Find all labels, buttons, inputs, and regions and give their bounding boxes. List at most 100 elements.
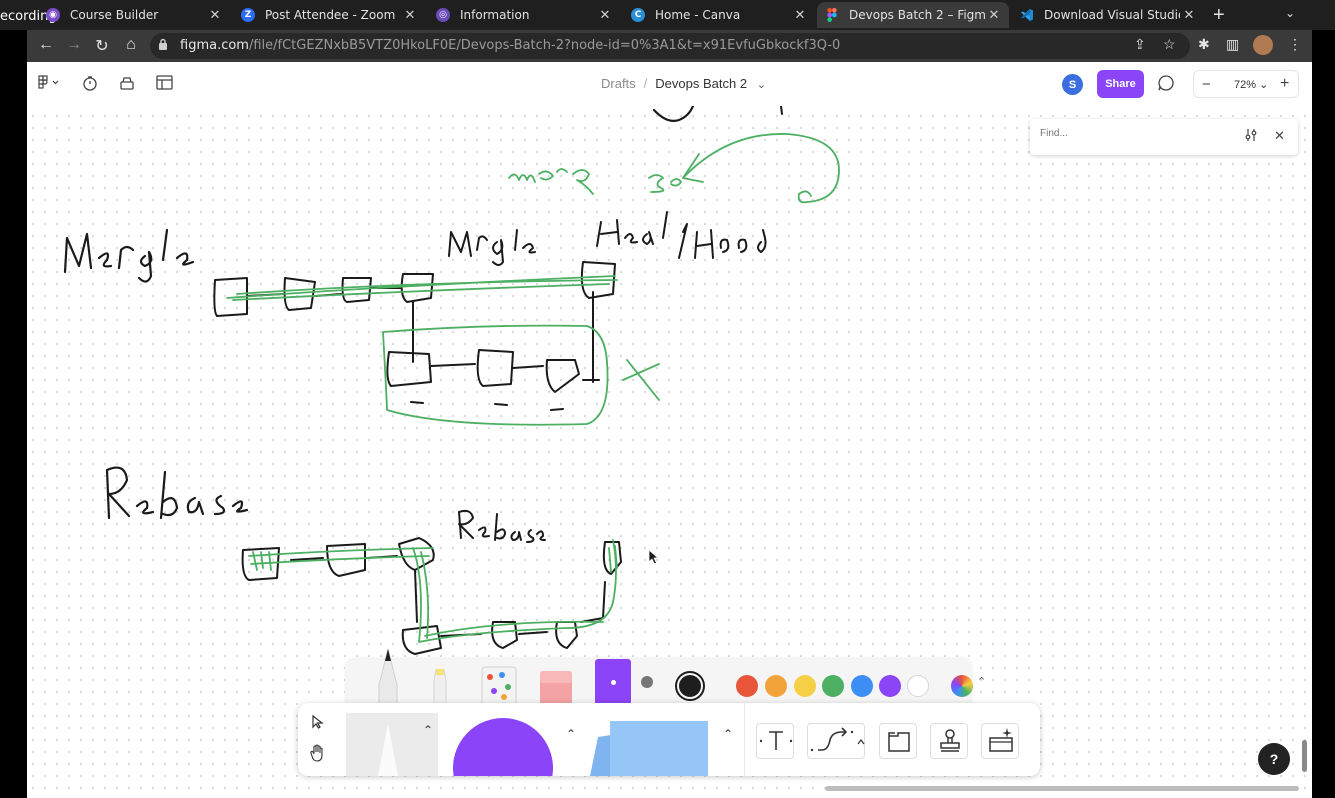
sticky-note-tool[interactable]	[590, 717, 708, 781]
shape-circle-tool[interactable]	[452, 717, 554, 798]
zoom-level[interactable]: 72% ⌄	[1234, 78, 1268, 91]
vscode-icon	[1020, 8, 1034, 22]
tab-label: Post Attendee - Zoom	[265, 8, 396, 22]
tab-label: Download Visual Studio Co	[1044, 8, 1180, 22]
share-button[interactable]: Share	[1097, 70, 1144, 98]
merge-left-handwriting	[63, 228, 195, 283]
ink-stroke	[652, 104, 695, 122]
bottom-toolbar: ⌃ ⌃ ⌃	[298, 703, 1040, 798]
rebase-right-handwriting	[458, 509, 546, 543]
stroke-size-small[interactable]	[595, 659, 631, 705]
tab-canva[interactable]: C Home - Canva ✕	[623, 2, 815, 28]
zoom-in-icon[interactable]: +	[1280, 75, 1289, 93]
browser-tab-strip: ecording ◉ Course Builder ✕ Z Post Atten…	[0, 0, 1335, 30]
side-panel-icon[interactable]: ▥	[1226, 36, 1239, 53]
back-arrow-icon[interactable]: ←	[36, 36, 56, 54]
tab-figma[interactable]: Devops Batch 2 – Figma ✕	[817, 2, 1009, 28]
extensions-puzzle-icon[interactable]: ✱	[1198, 36, 1210, 53]
custom-color-wheel-icon[interactable]	[951, 675, 973, 697]
close-icon[interactable]: ✕	[1180, 8, 1198, 23]
color-swatch-blue[interactable]	[851, 675, 873, 697]
bookmark-star-icon[interactable]: ☆	[1163, 36, 1176, 53]
section-tool-icon[interactable]	[879, 723, 917, 759]
color-tool-bar: ⌃	[345, 648, 986, 706]
chevron-up-icon[interactable]: ⌃	[723, 727, 733, 741]
find-panel: ✕	[1030, 119, 1298, 155]
zoom-out-icon[interactable]: −	[1202, 76, 1211, 93]
color-swatch-black[interactable]	[675, 671, 705, 701]
new-tab-plus-icon[interactable]: +	[1213, 4, 1225, 27]
color-swatch-orange[interactable]	[765, 675, 787, 697]
browser-menu-icon[interactable]: ⋮	[1288, 36, 1302, 53]
close-icon[interactable]: ✕	[985, 8, 1003, 23]
more-widgets-icon[interactable]	[981, 723, 1019, 759]
figma-canvas[interactable]: Drafts / Devops Batch 2 ⌄ S Share − 72% ⌄ …	[27, 62, 1312, 798]
merge-note-sketch	[508, 133, 840, 204]
tab-label: Home - Canva	[655, 8, 741, 22]
forward-arrow-icon[interactable]: →	[64, 36, 84, 54]
information-icon: ◎	[436, 8, 450, 22]
tab-course-builder[interactable]: ◉ Course Builder ✕	[38, 2, 230, 28]
find-input[interactable]	[1040, 128, 1230, 139]
comment-icon[interactable]	[1157, 74, 1175, 97]
chevron-up-icon[interactable]: ⌃	[423, 723, 433, 737]
timer-icon[interactable]	[82, 75, 98, 95]
canva-icon: C	[631, 8, 645, 22]
hand-icon[interactable]	[310, 744, 326, 767]
tab-zoom[interactable]: Z Post Attendee - Zoom ✕	[233, 2, 425, 28]
horizontal-scrollbar[interactable]	[825, 786, 1299, 791]
color-swatch-red[interactable]	[736, 675, 758, 697]
stroke-size-large[interactable]	[641, 676, 653, 688]
layout-panel-icon[interactable]	[156, 75, 173, 94]
lock-icon	[158, 38, 168, 56]
address-bar[interactable]: figma.com/file/fCtGEZNxbB5VTZ0HkoLF0E/De…	[150, 33, 1190, 59]
zoom-controls: − 72% ⌄ +	[1193, 70, 1299, 98]
home-icon[interactable]: ⌂	[121, 36, 141, 54]
breadcrumb-drafts[interactable]: Drafts	[601, 76, 636, 91]
zoom-icon: Z	[241, 8, 255, 22]
library-icon[interactable]	[119, 75, 135, 95]
pointer-icon[interactable]	[312, 714, 324, 734]
close-icon[interactable]: ✕	[791, 8, 809, 23]
chevron-up-icon[interactable]: ⌃	[566, 727, 576, 741]
tab-label: Course Builder	[70, 8, 159, 22]
merge-right-handwriting	[448, 229, 536, 266]
color-swatch-white[interactable]	[907, 675, 929, 697]
divider	[744, 703, 745, 776]
figma-top-bar: Drafts / Devops Batch 2 ⌄ S Share − 72% ⌄ …	[27, 62, 1312, 106]
help-button[interactable]: ?	[1258, 743, 1290, 775]
close-icon[interactable]: ✕	[206, 8, 224, 23]
browser-toolbar: ← → ↻ ⌂ figma.com/file/fCtGEZNxbB5VTZ0Hk…	[27, 30, 1312, 62]
color-swatch-purple[interactable]	[879, 675, 901, 697]
reload-icon[interactable]: ↻	[92, 36, 112, 56]
figma-icon	[825, 8, 839, 22]
profile-avatar[interactable]	[1253, 35, 1273, 55]
connector-tool-icon[interactable]	[807, 723, 865, 759]
share-page-icon[interactable]: ⇪	[1134, 36, 1146, 53]
close-icon[interactable]: ✕	[401, 8, 419, 23]
file-name[interactable]: Devops Batch 2	[655, 76, 747, 91]
color-swatch-yellow[interactable]	[794, 675, 816, 697]
stamp-tool-icon[interactable]	[930, 723, 968, 759]
close-icon[interactable]: ✕	[596, 8, 614, 23]
color-swatch-green[interactable]	[822, 675, 844, 697]
filter-sliders-icon[interactable]	[1244, 128, 1258, 145]
vertical-scrollbar[interactable]	[1302, 740, 1307, 772]
screen: ecording ◉ Course Builder ✕ Z Post Atten…	[0, 0, 1335, 798]
tab-vscode[interactable]: Download Visual Studio Co ✕	[1012, 2, 1204, 28]
figma-main-menu-icon[interactable]	[38, 75, 60, 93]
url-text: figma.com/file/fCtGEZNxbB5VTZ0HkoLF0E/De…	[180, 38, 841, 53]
close-icon[interactable]: ✕	[1274, 128, 1285, 144]
avatar[interactable]: S	[1062, 74, 1083, 95]
tab-information[interactable]: ◎ Information ✕	[428, 2, 620, 28]
chevron-up-icon[interactable]: ⌃	[977, 675, 986, 688]
tab-search-chevron-icon[interactable]: ⌄	[1285, 6, 1295, 20]
chevron-down-icon[interactable]: ⌄	[757, 79, 766, 91]
head-hood-handwriting	[596, 211, 767, 259]
mouse-cursor	[648, 549, 659, 565]
ink-stroke	[780, 105, 783, 115]
text-tool-icon[interactable]	[756, 723, 794, 759]
course-builder-icon: ◉	[46, 8, 60, 22]
marker-pen-icon[interactable]	[371, 648, 405, 710]
small-dot-icon	[611, 680, 616, 685]
